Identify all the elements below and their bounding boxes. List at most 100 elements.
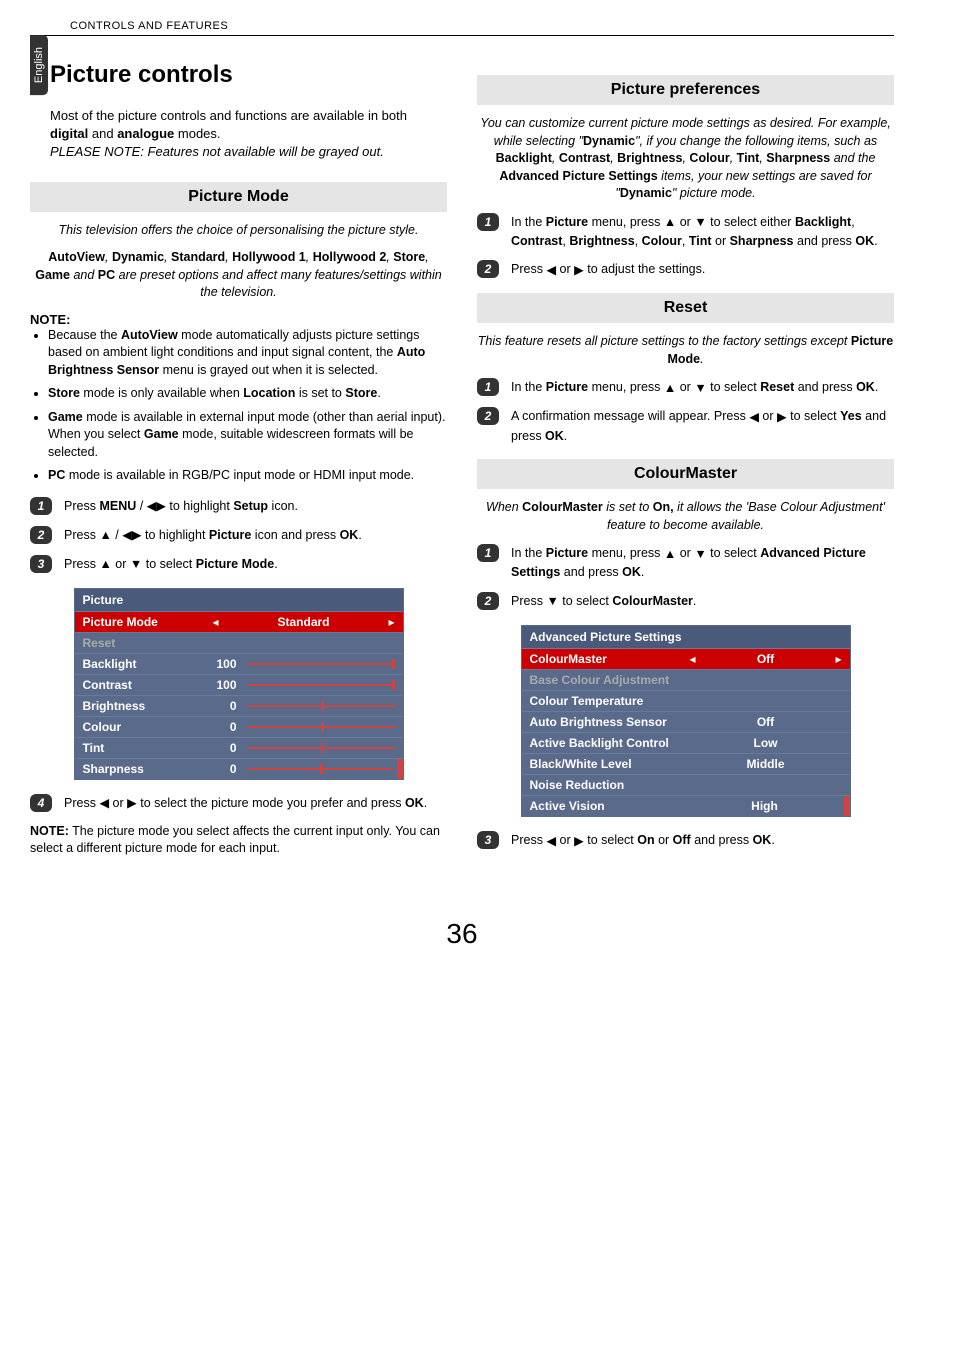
step-4: 4 Press ◀ or ▶ to select the picture mod… [30,794,447,813]
left-arrow-icon: ◀ [546,832,556,851]
osd-row-noise-reduction: Noise Reduction [522,774,850,795]
osd-row-brightness: Brightness0 [75,695,403,716]
osd-row-sharpness: Sharpness0 [75,758,403,779]
reset-step-1: 1 In the Picture menu, press ▲ or ▼ to s… [477,378,894,397]
intro-paragraph: Most of the picture controls and functio… [50,107,447,162]
picture-preferences-heading: Picture preferences [477,75,894,105]
left-arrow-icon: ◀ [147,497,157,516]
step-badge-3: 3 [477,831,499,849]
svg-text:3: 3 [38,557,45,571]
down-arrow-icon: ▼ [130,555,142,574]
left-arrow-icon: ◂ [213,615,219,629]
svg-text:2: 2 [484,409,492,423]
step-badge-1: 1 [30,497,52,515]
osd-row-base-colour: Base Colour Adjustment [522,669,850,690]
page-number: 36 [30,918,894,950]
down-arrow-icon: ▼ [546,592,558,611]
content-columns: Picture controls Most of the picture con… [30,61,894,868]
left-column: Picture controls Most of the picture con… [30,61,447,868]
left-arrow-icon: ◂ [690,652,696,666]
up-arrow-icon: ▲ [664,379,676,398]
left-arrow-icon: ◀ [122,526,132,545]
up-arrow-icon: ▲ [664,213,676,232]
reset-step-2: 2 A confirmation message will appear. Pr… [477,407,894,445]
right-arrow-icon: ▶ [574,261,584,280]
note-item: Store mode is only available when Locati… [48,385,447,403]
svg-text:4: 4 [37,796,45,810]
svg-text:2: 2 [484,594,492,608]
osd-row-picture-mode: Picture Mode ◂ Standard ▸ [75,611,403,632]
osd-row-active-backlight: Active Backlight ControlLow [522,732,850,753]
osd-title: Advanced Picture Settings [522,626,850,648]
picture-osd: Picture Picture Mode ◂ Standard ▸ Reset … [74,588,404,780]
prefs-step-1: 1 In the Picture menu, press ▲ or ▼ to s… [477,213,894,251]
step-badge-2: 2 [477,260,499,278]
down-arrow-icon: ▼ [694,213,706,232]
svg-text:2: 2 [484,262,492,276]
note-label: NOTE: [30,312,447,327]
page-header: CONTROLS AND FEATURES [30,20,894,36]
advanced-picture-osd: Advanced Picture Settings ColourMaster ◂… [521,625,851,817]
up-arrow-icon: ▲ [99,526,111,545]
osd-row-colourmaster: ColourMaster ◂ Off ▸ [522,648,850,669]
step-3: 3 Press ▲ or ▼ to select Picture Mode. [30,555,447,574]
step-badge-1: 1 [477,544,499,562]
right-arrow-icon: ▶ [127,794,137,813]
right-column: Picture preferences You can customize cu… [477,61,894,868]
picture-mode-heading: Picture Mode [30,182,447,212]
final-note: NOTE: The picture mode you select affect… [30,823,447,858]
presets-text: AutoView, Dynamic, Standard, Hollywood 1… [30,249,447,302]
osd-row-active-vision: Active VisionHigh [522,795,850,816]
osd-row-tint: Tint0 [75,737,403,758]
left-arrow-icon: ◀ [546,261,556,280]
svg-text:1: 1 [485,546,492,560]
colourmaster-heading: ColourMaster [477,459,894,489]
osd-row-colour: Colour0 [75,716,403,737]
osd-title: Picture [75,589,403,611]
step-1: 1 Press MENU / ◀▶ to highlight Setup ico… [30,497,447,516]
reset-heading: Reset [477,293,894,323]
cm-step-2: 2 Press ▼ to select ColourMaster. [477,592,894,611]
osd-row-colour-temp: Colour Temperature [522,690,850,711]
step-badge-3: 3 [30,555,52,573]
language-tab: English [30,35,48,95]
step-2: 2 Press ▲ / ◀▶ to highlight Picture icon… [30,526,447,545]
left-arrow-icon: ◀ [749,408,759,427]
page-title: Picture controls [50,61,447,89]
step-badge-2: 2 [30,526,52,544]
right-arrow-icon: ▸ [388,615,394,629]
prefs-step-2: 2 Press ◀ or ▶ to adjust the settings. [477,260,894,279]
osd-row-contrast: Contrast100 [75,674,403,695]
right-arrow-icon: ▶ [132,526,142,545]
cm-desc: When ColourMaster is set to On, it allow… [477,499,894,534]
right-arrow-icon: ▶ [777,408,787,427]
osd-row-reset: Reset [75,632,403,653]
up-arrow-icon: ▲ [664,545,676,564]
step-badge-1: 1 [477,213,499,231]
scroll-down-indicator [397,759,403,779]
svg-text:1: 1 [38,499,45,513]
prefs-desc: You can customize current picture mode s… [477,115,894,203]
step-badge-1: 1 [477,378,499,396]
svg-text:1: 1 [485,380,492,394]
note-item: Because the AutoView mode automatically … [48,327,447,380]
up-arrow-icon: ▲ [99,555,111,574]
osd-row-auto-brightness: Auto Brightness SensorOff [522,711,850,732]
down-arrow-icon: ▼ [694,379,706,398]
step-badge-2: 2 [477,407,499,425]
svg-text:3: 3 [485,833,492,847]
osd-row-backlight: Backlight100 [75,653,403,674]
right-arrow-icon: ▶ [156,497,166,516]
note-item: PC mode is available in RGB/PC input mod… [48,467,447,485]
reset-desc: This feature resets all picture settings… [477,333,894,368]
svg-text:2: 2 [37,528,45,542]
right-arrow-icon: ▸ [835,652,841,666]
down-arrow-icon: ▼ [694,545,706,564]
right-arrow-icon: ▶ [574,832,584,851]
step-badge-2: 2 [477,592,499,610]
note-item: Game mode is available in external input… [48,409,447,462]
notes-list: Because the AutoView mode automatically … [48,327,447,485]
osd-row-black-white: Black/White LevelMiddle [522,753,850,774]
svg-text:1: 1 [485,215,492,229]
cm-step-3: 3 Press ◀ or ▶ to select On or Off and p… [477,831,894,850]
